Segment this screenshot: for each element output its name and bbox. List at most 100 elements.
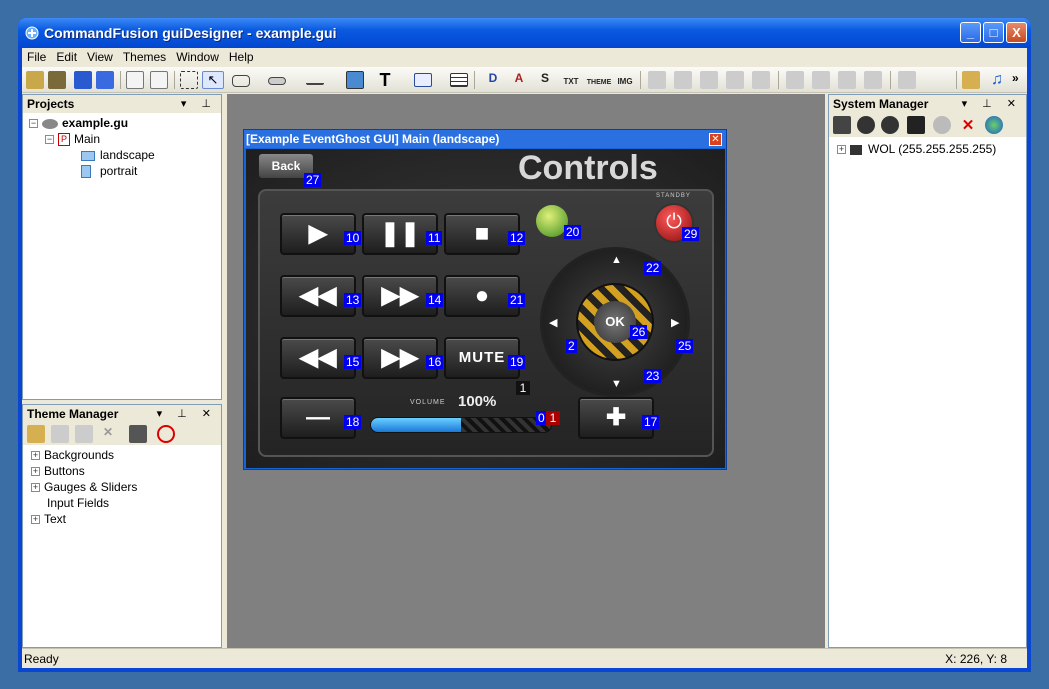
gui-file-icon (42, 118, 58, 129)
slider-icon[interactable] (268, 77, 286, 85)
design-canvas[interactable]: [Example EventGhost GUI] Main (landscape… (227, 94, 825, 650)
settings-gear-icon[interactable] (857, 116, 875, 134)
collapse-icon[interactable]: − (45, 135, 54, 145)
open-theme-icon[interactable] (26, 71, 44, 89)
system-item[interactable]: + WOL (255.255.255.255) (837, 141, 996, 157)
size-height-icon[interactable] (812, 71, 830, 89)
copy-icon[interactable] (51, 425, 69, 443)
delete-icon[interactable]: ✕ (99, 425, 117, 443)
projects-title: Projects (27, 97, 75, 111)
toolbar-separator (956, 71, 957, 89)
distribute-h-icon[interactable] (864, 71, 882, 89)
menu-help[interactable]: Help (224, 48, 259, 66)
toolbar-separator (890, 71, 891, 89)
volume-slider[interactable] (370, 417, 552, 433)
tree-item-project[interactable]: − example.gu (29, 115, 155, 131)
open-icon[interactable] (48, 71, 66, 89)
status-bar: Ready X: 226, Y: 8 (22, 648, 1027, 668)
order-icon[interactable] (898, 71, 916, 89)
theme-manager-panel-buttons[interactable]: ▾ ⊥ ✕ (157, 407, 217, 420)
join-txt-icon[interactable]: TXT (562, 71, 580, 89)
globe-icon[interactable] (985, 116, 1003, 134)
save-all-icon[interactable] (96, 71, 114, 89)
ok-button[interactable]: OK (576, 283, 654, 361)
dpad-down-icon[interactable]: ▼ (611, 378, 622, 390)
theme-item[interactable]: Input Fields (31, 495, 137, 511)
music-icon[interactable]: ♫ (988, 71, 1006, 89)
dpad-left-icon[interactable]: ◀ (549, 316, 557, 329)
theme-settings-icon[interactable] (129, 425, 147, 443)
theme-item[interactable]: + Text (31, 511, 137, 527)
properties-icon[interactable] (126, 71, 144, 89)
size-width-icon[interactable] (786, 71, 804, 89)
disabled-gear-icon[interactable] (933, 116, 951, 134)
tag-forward: 14 (426, 293, 444, 307)
theme-item[interactable]: + Buttons (31, 463, 137, 479)
theme-item[interactable]: + Gauges & Sliders (31, 479, 137, 495)
text-icon[interactable]: T (376, 71, 394, 89)
menu-window[interactable]: Window (171, 48, 224, 66)
select-region-icon[interactable] (180, 71, 198, 89)
maximize-button[interactable]: □ (983, 22, 1004, 43)
tree-item-landscape[interactable]: landscape (29, 147, 155, 163)
align-right-icon[interactable] (752, 71, 770, 89)
menu-themes[interactable]: Themes (118, 48, 171, 66)
theme-editor-icon[interactable] (962, 71, 980, 89)
theme-tree: + Backgrounds + Buttons + Gauges & Sliders … (31, 447, 137, 527)
theme-item[interactable]: + Backgrounds (31, 447, 137, 463)
projects-panel-buttons[interactable]: ▾ ⊥ (181, 97, 217, 110)
system-manager-panel: System Manager ▾ ⊥ ✕ ✕ + WOL (255.255.255… (828, 94, 1027, 648)
close-button[interactable]: X (1006, 22, 1027, 43)
delete-icon[interactable]: ✕ (959, 116, 977, 134)
expand-icon[interactable]: + (31, 467, 40, 477)
list-icon[interactable] (450, 73, 468, 87)
paste-icon[interactable] (75, 425, 93, 443)
menu-file[interactable]: File (22, 48, 51, 66)
menu-view[interactable]: View (82, 48, 118, 66)
gauge-icon[interactable] (306, 75, 324, 85)
menu-edit[interactable]: Edit (51, 48, 82, 66)
expand-icon[interactable]: + (31, 483, 40, 493)
tag-dpad-bottom: 23 (644, 369, 662, 383)
align-left-icon[interactable] (648, 71, 666, 89)
gui-page-window[interactable]: [Example EventGhost GUI] Main (landscape… (243, 129, 727, 470)
expand-icon[interactable]: + (31, 451, 40, 461)
add-system-icon[interactable] (833, 116, 851, 134)
join-d-icon[interactable]: D (484, 71, 502, 89)
gui-close-button[interactable]: ✕ (709, 133, 722, 146)
gears-icon[interactable] (881, 116, 899, 134)
dpad[interactable]: ▲ ▼ ◀ ▶ OK (540, 247, 690, 397)
tag-dpad-right: 25 (676, 339, 694, 353)
distribute-v-icon[interactable] (838, 71, 856, 89)
join-img-icon[interactable]: IMG (616, 71, 634, 89)
button-icon[interactable] (232, 75, 250, 87)
no-entry-icon[interactable] (157, 425, 175, 443)
theme-manager-toolbar: ✕ (23, 423, 221, 445)
align-center-icon[interactable] (674, 71, 692, 89)
join-theme-icon[interactable]: THEME (586, 71, 612, 89)
join-a-icon[interactable]: A (510, 71, 528, 89)
expand-icon[interactable]: + (31, 515, 40, 525)
page-icon[interactable] (150, 71, 168, 89)
toolbar-overflow[interactable]: » (1012, 71, 1024, 89)
save-icon[interactable] (74, 71, 92, 89)
collapse-icon[interactable]: − (29, 119, 38, 129)
tree-label-main: Main (74, 132, 101, 146)
tree-item-portrait[interactable]: portrait (29, 163, 155, 179)
tag-minus: 18 (344, 415, 362, 429)
input-icon[interactable] (414, 73, 432, 87)
dpad-right-icon[interactable]: ▶ (671, 316, 679, 329)
align-middle-icon[interactable] (726, 71, 744, 89)
join-s-icon[interactable]: S (536, 71, 554, 89)
image-icon[interactable] (346, 71, 364, 89)
pointer-icon[interactable]: ↖ (202, 71, 224, 89)
tree-item-main[interactable]: − P Main (29, 131, 155, 147)
add-theme-icon[interactable] (27, 425, 45, 443)
minimize-button[interactable]: _ (960, 22, 981, 43)
expand-icon[interactable]: + (837, 145, 846, 155)
align-bottom-icon[interactable] (700, 71, 718, 89)
title-bar[interactable]: CommandFusion guiDesigner - example.gui … (18, 18, 1031, 48)
device-icon[interactable] (907, 116, 925, 134)
dpad-up-icon[interactable]: ▲ (611, 254, 622, 266)
system-manager-panel-buttons[interactable]: ▾ ⊥ ✕ (962, 97, 1022, 110)
